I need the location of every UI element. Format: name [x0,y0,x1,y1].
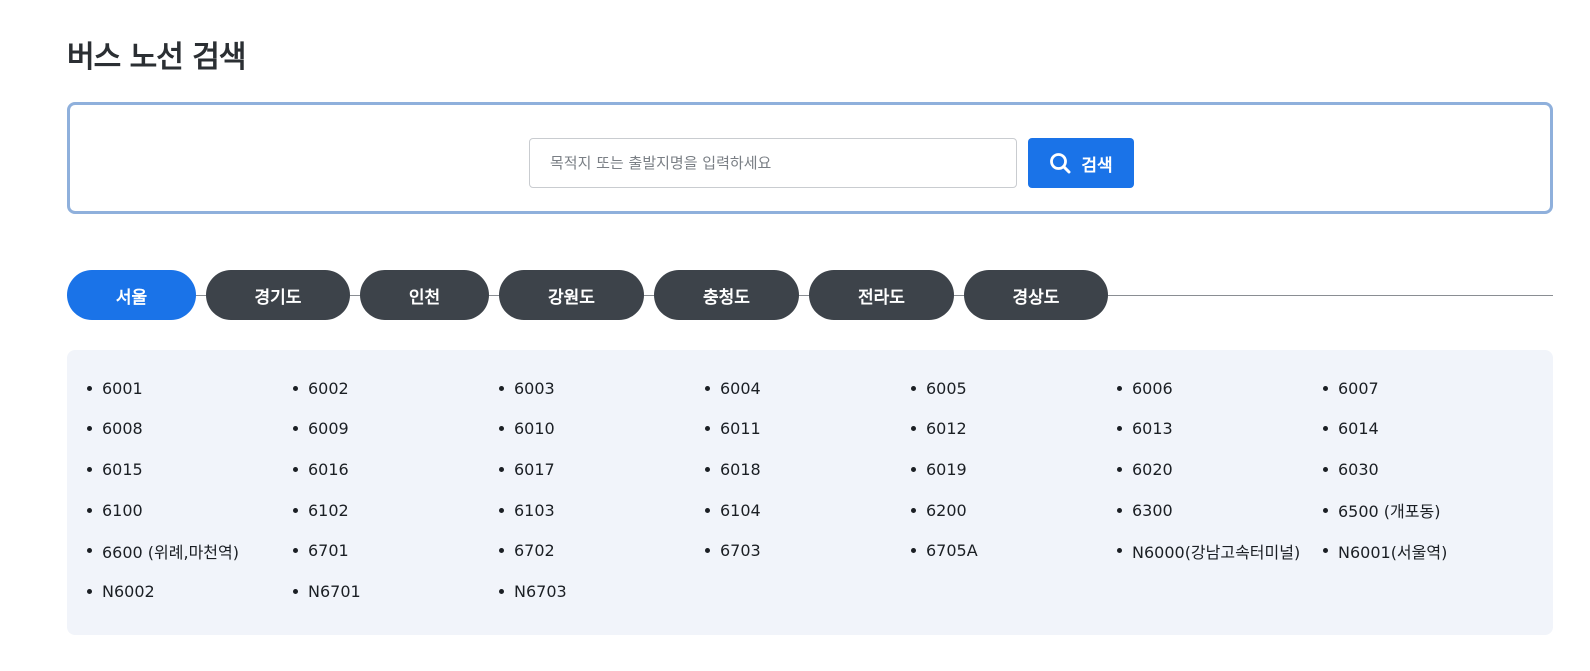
route-item[interactable]: 6017 [499,449,705,490]
search-panel: 검색 [67,102,1553,214]
tab-gyeonggi[interactable]: 경기도 [206,270,350,320]
route-item[interactable]: 6006 [1117,368,1323,409]
route-item[interactable]: 6702 [499,530,705,571]
route-item[interactable]: 6103 [499,490,705,531]
route-item[interactable]: 6600 (위례,마천역) [87,530,293,571]
route-item[interactable]: 6500 (개포동) [1323,490,1529,531]
route-item[interactable]: 6030 [1323,449,1529,490]
tab-gangwon[interactable]: 강원도 [499,270,644,320]
route-list: 6001 6002 6003 6004 6005 6006 6007 6008 … [87,368,1537,612]
tab-gyeongsang[interactable]: 경상도 [964,270,1108,320]
route-item[interactable]: 6012 [911,409,1117,450]
search-button[interactable]: 검색 [1028,138,1134,188]
route-list-panel: 6001 6002 6003 6004 6005 6006 6007 6008 … [67,350,1553,635]
route-item[interactable]: 6100 [87,490,293,531]
route-item[interactable]: 6007 [1323,368,1529,409]
route-item[interactable]: 6008 [87,409,293,450]
route-item[interactable]: 6013 [1117,409,1323,450]
route-item[interactable]: 6011 [705,409,911,450]
route-item[interactable]: 6018 [705,449,911,490]
tab-jeolla[interactable]: 전라도 [809,270,954,320]
route-item[interactable]: 6014 [1323,409,1529,450]
tab-incheon[interactable]: 인천 [360,270,489,320]
search-icon [1049,152,1071,174]
route-item[interactable]: 6016 [293,449,499,490]
route-item[interactable]: N6703 [499,571,705,612]
route-item[interactable]: 6703 [705,530,911,571]
search-button-label: 검색 [1081,155,1113,176]
route-item[interactable]: 6004 [705,368,911,409]
route-item[interactable]: 6001 [87,368,293,409]
route-item[interactable]: N6701 [293,571,499,612]
search-input[interactable] [529,138,1017,188]
page-title: 버스 노선 검색 [67,40,246,75]
route-item[interactable]: 6104 [705,490,911,531]
region-tabs: 서울 경기도 인천 강원도 충청도 전라도 경상도 [67,270,1553,320]
route-item[interactable]: 6200 [911,490,1117,531]
route-item[interactable]: 6015 [87,449,293,490]
route-item[interactable]: 6705A [911,530,1117,571]
tab-seoul[interactable]: 서울 [67,270,196,320]
route-item[interactable]: 6701 [293,530,499,571]
route-item[interactable]: N6002 [87,571,293,612]
route-item[interactable]: 6102 [293,490,499,531]
route-item[interactable]: N6000(강남고속터미널) [1117,530,1323,571]
route-item[interactable]: 6003 [499,368,705,409]
route-item[interactable]: 6005 [911,368,1117,409]
route-item[interactable]: 6009 [293,409,499,450]
route-item[interactable]: 6300 [1117,490,1323,531]
route-item[interactable]: 6010 [499,409,705,450]
route-item[interactable]: 6019 [911,449,1117,490]
route-item[interactable]: 6020 [1117,449,1323,490]
route-item[interactable]: 6002 [293,368,499,409]
route-item[interactable]: N6001(서울역) [1323,530,1529,571]
tab-chungcheong[interactable]: 충청도 [654,270,799,320]
